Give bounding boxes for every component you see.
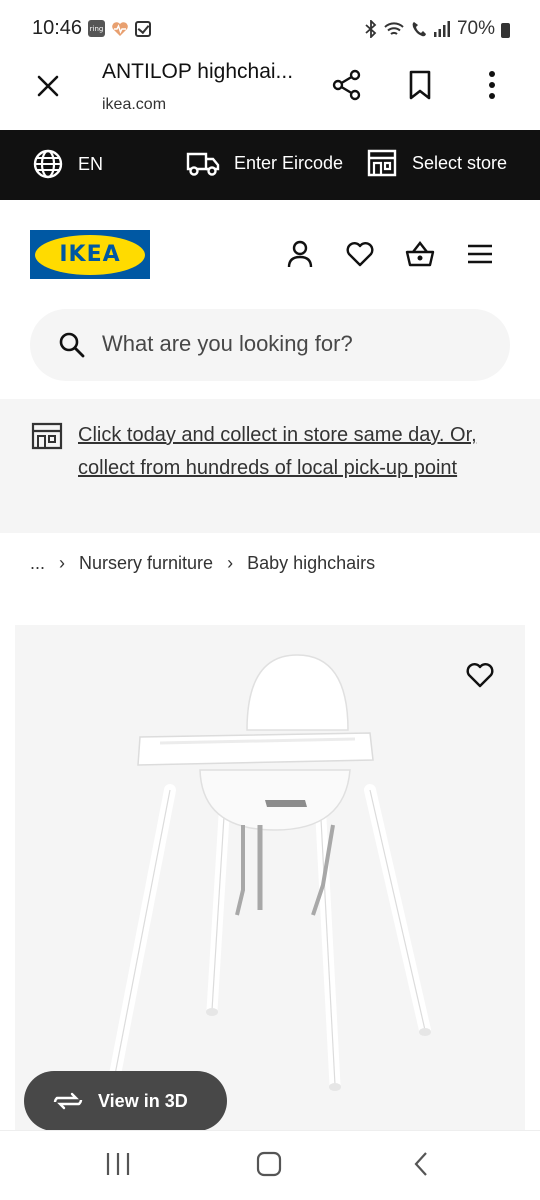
page-title: ANTILOP highchai... <box>102 60 294 83</box>
language-selector[interactable]: EN <box>32 148 103 180</box>
checkbox-icon <box>135 20 151 37</box>
page-url: ikea.com <box>102 96 167 113</box>
language-label: EN <box>78 153 104 174</box>
browser-toolbar: ANTILOP highchai... ikea.com <box>0 58 540 130</box>
wifi-calling-icon <box>412 22 426 37</box>
utility-bar: EN Enter Eircode Select store <box>0 130 540 200</box>
favourite-heart-icon[interactable] <box>464 660 496 690</box>
collect-in-store-link[interactable]: Click today and collect in store same da… <box>78 419 498 485</box>
search-input[interactable]: What are you looking for? <box>102 331 353 357</box>
home-icon[interactable] <box>255 1151 283 1177</box>
store-icon <box>367 149 397 177</box>
search-bar[interactable]: What are you looking for? <box>30 309 510 381</box>
store-icon <box>31 422 63 450</box>
health-heart-icon <box>112 21 128 36</box>
product-image[interactable] <box>15 625 525 1130</box>
select-store-button[interactable]: Select store <box>366 148 507 178</box>
breadcrumb-ellipsis[interactable]: ... <box>30 553 45 574</box>
recent-apps-icon[interactable] <box>104 1151 132 1177</box>
system-navigation-bar <box>0 1130 540 1200</box>
user-icon[interactable] <box>284 238 316 270</box>
breadcrumb: ... › Nursery furniture › Baby highchair… <box>30 553 375 574</box>
view-in-3d-button[interactable]: View in 3D <box>24 1071 227 1131</box>
view-in-3d-label: View in 3D <box>98 1090 188 1111</box>
back-icon[interactable] <box>408 1151 436 1177</box>
shopping-basket-icon[interactable] <box>404 238 436 270</box>
status-time: 10:46 <box>32 17 83 39</box>
battery-level: 70% <box>456 18 495 39</box>
logo-text: IKEA <box>59 242 121 267</box>
share-icon[interactable] <box>330 68 364 102</box>
collect-banner: Click today and collect in store same da… <box>0 399 540 533</box>
rotate-3d-icon <box>53 1092 83 1110</box>
logo-oval: IKEA <box>35 234 145 275</box>
more-options-icon[interactable] <box>475 68 509 102</box>
ikea-logo[interactable]: IKEA <box>30 230 150 279</box>
globe-icon <box>33 149 63 179</box>
ring-icon: ring <box>88 20 105 37</box>
bookmark-icon[interactable] <box>403 68 437 102</box>
battery-icon <box>501 22 510 38</box>
site-header: IKEA <box>0 200 540 310</box>
eircode-label: Enter Eircode <box>234 152 344 173</box>
chevron-right-icon: › <box>227 553 234 573</box>
status-notification-icons: ring <box>88 20 151 37</box>
wishlist-heart-icon[interactable] <box>344 238 376 270</box>
menu-hamburger-icon[interactable] <box>464 238 496 270</box>
status-bar: 10:46 ring 70% <box>0 0 540 58</box>
close-icon[interactable] <box>30 68 66 104</box>
search-icon <box>59 332 85 358</box>
breadcrumb-nursery-furniture[interactable]: Nursery furniture <box>79 553 213 574</box>
chevron-right-icon: › <box>59 553 66 573</box>
enter-eircode-button[interactable]: Enter Eircode <box>186 148 343 178</box>
signal-icon <box>433 21 450 37</box>
wifi-icon <box>384 22 404 35</box>
status-system-icons: 70% <box>365 18 510 40</box>
highchair-illustration <box>107 654 431 1091</box>
store-label: Select store <box>412 152 508 173</box>
bluetooth-icon <box>365 20 377 38</box>
delivery-truck-icon <box>186 152 220 176</box>
breadcrumb-baby-highchairs[interactable]: Baby highchairs <box>247 553 375 574</box>
